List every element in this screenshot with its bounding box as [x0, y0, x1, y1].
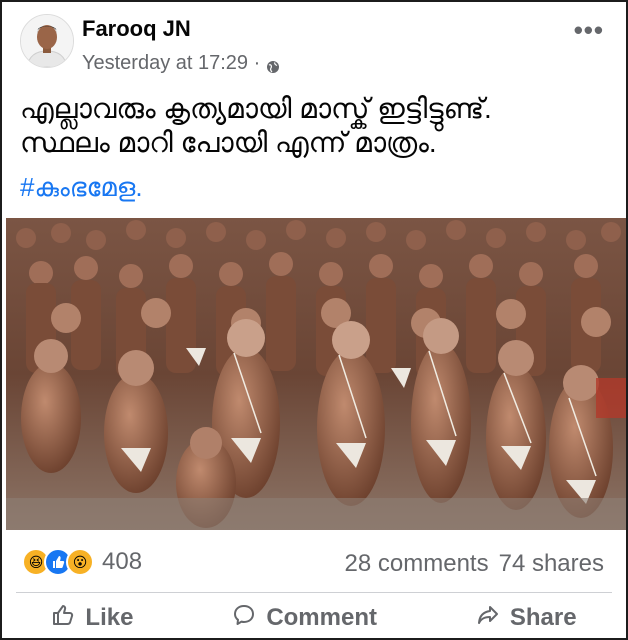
post-text-line-1: എല്ലാവരും കൃത്യമായി മാസ്ക് ഇട്ടിട്ടുണ്ട്…	[20, 93, 492, 124]
action-bar: Like Comment Share	[2, 598, 626, 638]
divider	[16, 592, 612, 593]
comment-icon	[232, 603, 256, 634]
post-timestamp[interactable]: Yesterday at 17:29 ·	[82, 52, 260, 75]
post-text: എല്ലാവരും കൃത്യമായി മാസ്ക് ഇട്ടിട്ടുണ്ട്…	[20, 92, 610, 160]
share-button[interactable]: Share	[476, 603, 577, 634]
like-button-label: Like	[85, 604, 134, 631]
post-meta: Yesterday at 17:29 ·	[82, 52, 280, 75]
shares-count[interactable]: 74 shares	[499, 550, 604, 578]
comment-button-label: Comment	[266, 604, 377, 631]
globe-icon	[266, 57, 280, 73]
reaction-summary[interactable]: 😆 😮 408	[22, 548, 142, 576]
share-button-label: Share	[509, 604, 577, 631]
avatar[interactable]	[20, 14, 74, 68]
facebook-post-card: Farooq JN Yesterday at 17:29 · ••• എല്ലാ…	[0, 0, 628, 640]
engagement-counts: 28 comments 74 shares	[345, 550, 604, 578]
comments-count[interactable]: 28 comments	[345, 550, 489, 578]
crowd-photo-illustration	[6, 218, 626, 530]
reaction-count[interactable]: 408	[102, 548, 142, 576]
post-text-line-2: സ്ഥലം മാറി പോയി എന്ന് മാത്രം.	[20, 127, 437, 158]
hashtag-link[interactable]: #കുംഭമേള.	[20, 172, 143, 204]
wow-reaction-icon: 😮	[66, 548, 94, 576]
author-name[interactable]: Farooq JN	[82, 16, 191, 42]
share-arrow-icon	[476, 603, 500, 634]
thumbs-up-icon	[51, 603, 75, 634]
like-button[interactable]: Like	[51, 603, 133, 634]
post-photo[interactable]	[6, 218, 626, 530]
avatar-image	[21, 15, 73, 67]
comment-button[interactable]: Comment	[232, 603, 377, 634]
more-options-icon[interactable]: •••	[574, 17, 604, 43]
